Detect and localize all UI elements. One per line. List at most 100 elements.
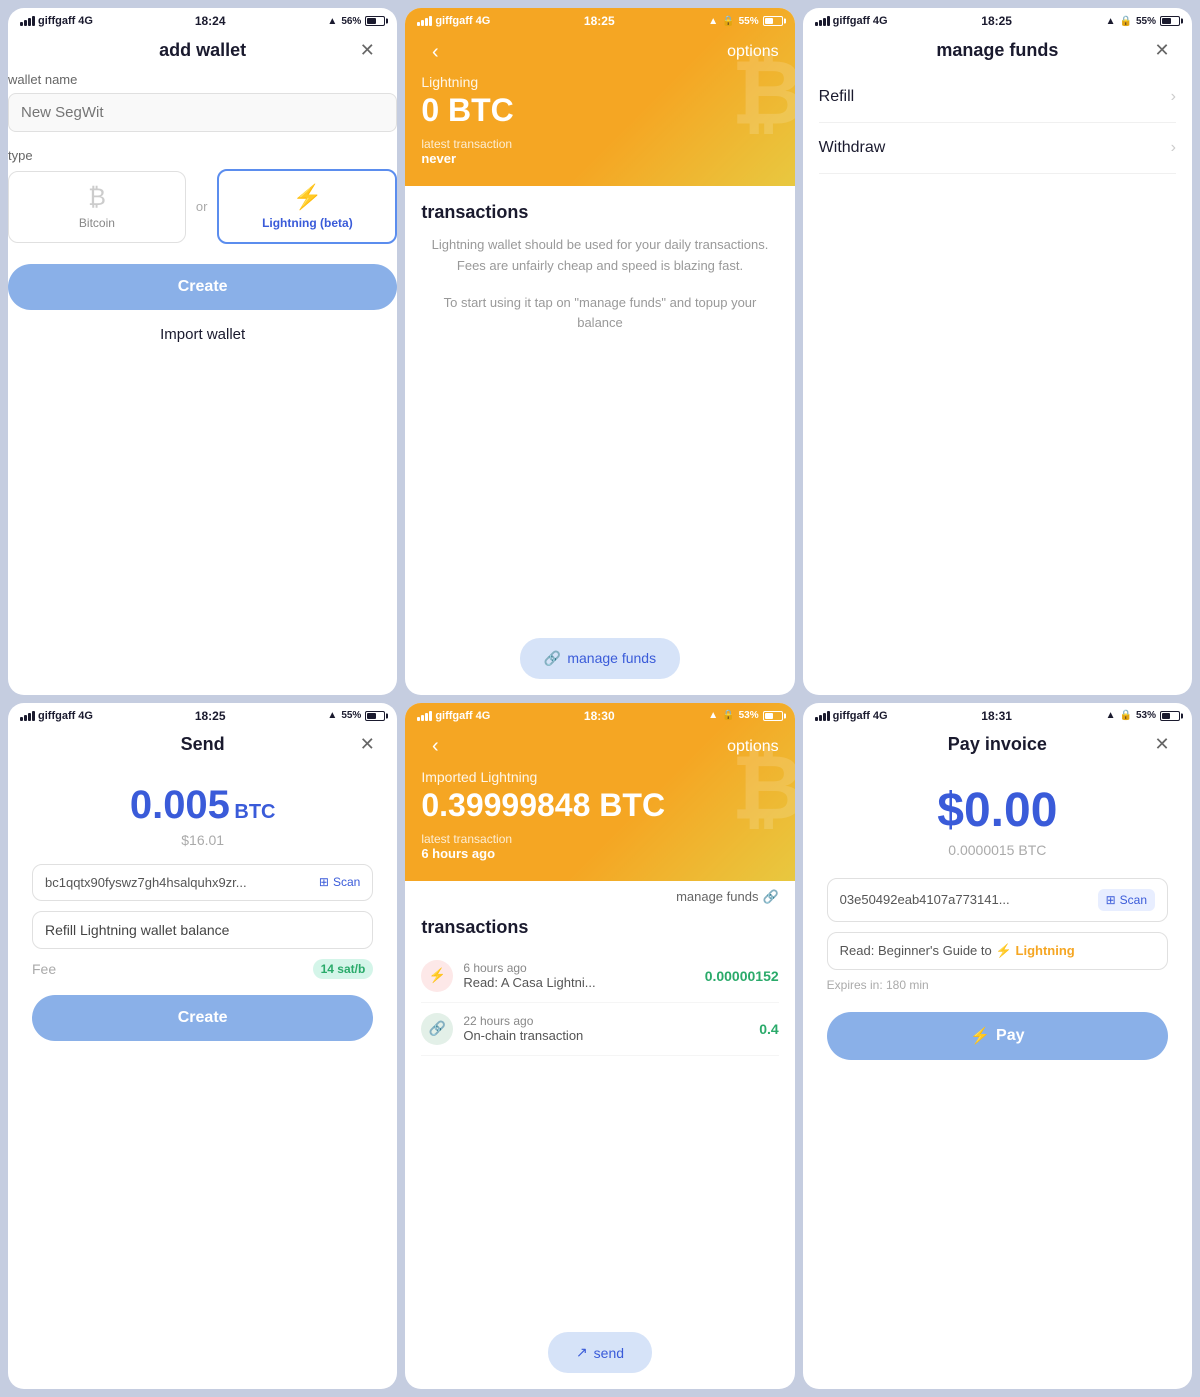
screen-lightning-empty: giffgaff 4G 18:25 ▲ 🔒 55% ‹ options Ligh…: [405, 8, 794, 695]
bitcoin-icon: ₿: [88, 184, 106, 212]
refill-item[interactable]: Refill ›: [819, 72, 1176, 123]
wallet-name-input[interactable]: [8, 93, 397, 132]
latest-tx-value-2: never: [421, 151, 778, 166]
battery-icon-1: [365, 16, 385, 26]
tx-item-1: 🔗 22 hours ago On-chain transaction 0.4: [421, 1003, 778, 1056]
manage-funds-button-2[interactable]: 🔗 manage funds: [520, 638, 680, 679]
send-button-5[interactable]: ↗ send: [548, 1332, 652, 1373]
nav-bar-6: Pay invoice ✕: [803, 727, 1192, 767]
carrier-1: giffgaff: [38, 15, 75, 27]
screen-send: giffgaff 4G 18:25 ▲ 55% Send ✕ 0.005 BTC…: [8, 703, 397, 1390]
type-label: type: [8, 148, 397, 163]
transactions-section-5: transactions ⚡ 6 hours ago Read: A Casa …: [405, 909, 794, 1317]
memo-input[interactable]: [32, 911, 373, 949]
status-bar-3: giffgaff 4G 18:25 ▲ 🔒 55%: [803, 8, 1192, 32]
scan-button-6[interactable]: ⊞ Scan: [1098, 889, 1155, 911]
close-button-1[interactable]: ✕: [353, 36, 381, 64]
wallet-type-lightning[interactable]: ⚡ Lightning (beta): [217, 169, 397, 244]
lock-icon-3: 🔒: [1120, 16, 1132, 27]
location-icon-1: ▲: [327, 16, 337, 27]
send-amount-display: 0.005 BTC: [32, 783, 373, 828]
invoice-row: 03e50492eab4107a773141... ⊞ Scan: [827, 878, 1168, 922]
wallet-label-2: Lightning: [421, 74, 778, 90]
lightning-header-2: ‹ options Lightning 0 BTC latest transac…: [405, 8, 794, 186]
battery-icon-5: [763, 711, 783, 721]
location-icon-2: ▲: [708, 16, 718, 27]
status-bar-1: giffgaff 4G 18:24 ▲ 56%: [8, 8, 397, 32]
time-4: 18:25: [195, 709, 226, 723]
battery-icon-3: [1160, 16, 1180, 26]
empty-msg-1: Lightning wallet should be used for your…: [421, 235, 778, 277]
options-button-2[interactable]: options: [727, 43, 779, 61]
carrier-6: giffgaff: [833, 710, 870, 722]
wallet-name-label: wallet name: [8, 72, 397, 87]
back-button-2[interactable]: ‹: [421, 38, 449, 66]
withdraw-item[interactable]: Withdraw ›: [819, 123, 1176, 174]
scan-button-4[interactable]: ⊞ Scan: [319, 875, 360, 889]
tx-info-0: 6 hours ago Read: A Casa Lightni...: [463, 961, 694, 990]
close-button-6[interactable]: ✕: [1148, 731, 1176, 759]
signal-icon-3: [815, 16, 830, 26]
send-btn-wrap-5: ↗ send: [405, 1316, 794, 1389]
tx-time-0: 6 hours ago: [463, 961, 694, 975]
tx-time-1: 22 hours ago: [463, 1014, 749, 1028]
pay-button[interactable]: ⚡ Pay: [827, 1012, 1168, 1060]
address-row: bc1qqtx90fyswz7gh4hsalquhx9zr... ⊞ Scan: [32, 864, 373, 901]
tx-icon-chain-1: 🔗: [421, 1013, 453, 1045]
create-button-1[interactable]: Create: [8, 264, 397, 310]
close-button-3[interactable]: ✕: [1148, 36, 1176, 64]
network-4: 4G: [78, 710, 93, 722]
fee-row: Fee 14 sat/b: [32, 959, 373, 979]
network-3: 4G: [873, 15, 888, 27]
pay-amount-btc: 0.0000015 BTC: [827, 842, 1168, 858]
invoice-value: 03e50492eab4107a773141...: [840, 892, 1090, 907]
qr-icon-4: ⊞: [319, 875, 329, 889]
transactions-section-2: transactions Lightning wallet should be …: [405, 186, 794, 622]
nav-bar-1: add wallet ✕: [8, 32, 397, 72]
carrier-2: giffgaff: [435, 15, 472, 27]
page-title-3: manage funds: [847, 40, 1148, 61]
screen-lightning-funded: giffgaff 4G 18:30 ▲ 🔒 53% ‹ options Impo…: [405, 703, 794, 1390]
battery-icon-2: [763, 16, 783, 26]
tx-icon-lightning-0: ⚡: [421, 960, 453, 992]
back-button-5[interactable]: ‹: [421, 733, 449, 761]
battery-percent-4: 55%: [341, 710, 361, 721]
battery-percent-6: 53%: [1136, 710, 1156, 721]
signal-icon-5: [417, 711, 432, 721]
add-wallet-content: wallet name type ₿ Bitcoin or ⚡ Lightnin…: [8, 72, 397, 343]
send-amount-usd: $16.01: [32, 832, 373, 848]
latest-tx-label-2: latest transaction: [421, 137, 778, 151]
latest-tx-label-5: latest transaction: [421, 832, 778, 846]
pay-invoice-content: $0.00 0.0000015 BTC 03e50492eab4107a7731…: [803, 767, 1192, 1390]
create-button-4[interactable]: Create: [32, 995, 373, 1041]
lock-icon-6: 🔒: [1120, 710, 1132, 721]
lightning-header-5: ‹ options Imported Lightning 0.39999848 …: [405, 703, 794, 881]
send-amount-unit: BTC: [234, 801, 275, 823]
options-button-5[interactable]: options: [727, 738, 779, 756]
close-button-4[interactable]: ✕: [353, 731, 381, 759]
status-right-4: ▲ 55%: [327, 710, 385, 721]
status-left-5: giffgaff 4G: [417, 710, 490, 722]
status-bar-4: giffgaff 4G 18:25 ▲ 55%: [8, 703, 397, 727]
signal-icon-1: [20, 16, 35, 26]
time-3: 18:25: [981, 14, 1012, 28]
status-left-3: giffgaff 4G: [815, 15, 888, 27]
battery-icon-6: [1160, 711, 1180, 721]
refill-chevron-icon: ›: [1171, 88, 1176, 106]
tx-item-0: ⚡ 6 hours ago Read: A Casa Lightni... 0.…: [421, 950, 778, 1003]
refill-label: Refill: [819, 88, 855, 106]
status-right-6: ▲ 🔒 53%: [1106, 710, 1180, 721]
nav-bar-4: Send ✕: [8, 727, 397, 767]
send-amount-value: 0.005: [130, 783, 230, 827]
import-wallet-link[interactable]: Import wallet: [8, 326, 397, 343]
wallet-type-bitcoin[interactable]: ₿ Bitcoin: [8, 171, 186, 243]
battery-percent-5: 53%: [739, 710, 759, 721]
status-left-6: giffgaff 4G: [815, 710, 888, 722]
manage-funds-link-5[interactable]: manage funds 🔗: [676, 889, 779, 905]
status-bar-5: giffgaff 4G 18:30 ▲ 🔒 53%: [405, 703, 794, 727]
tx-desc-1: On-chain transaction: [463, 1028, 749, 1043]
latest-tx-value-5: 6 hours ago: [421, 846, 778, 861]
location-icon-4: ▲: [327, 710, 337, 721]
carrier-3: giffgaff: [833, 15, 870, 27]
transactions-title-5: transactions: [421, 917, 778, 938]
